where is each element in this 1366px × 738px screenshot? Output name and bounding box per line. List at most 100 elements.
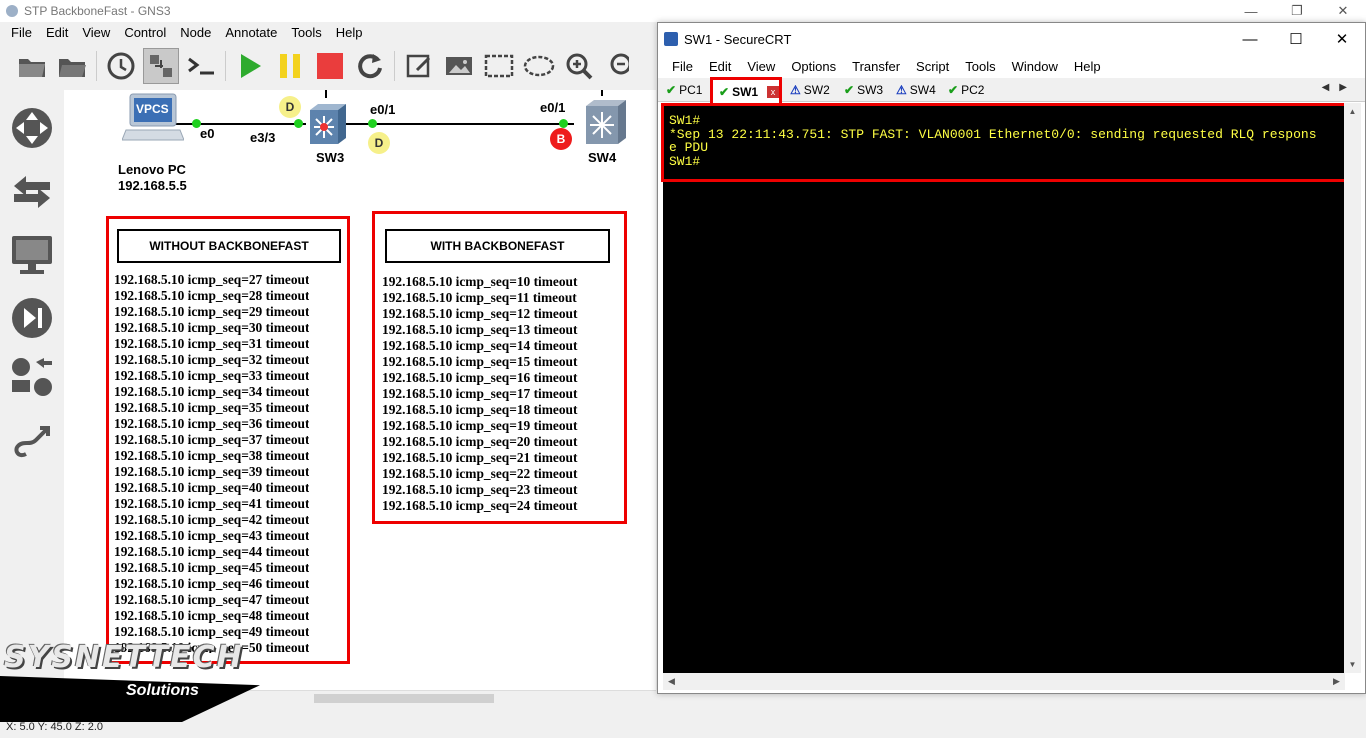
menu-file[interactable]: File (4, 25, 39, 40)
scroll-down-icon[interactable]: ▼ (1344, 656, 1361, 673)
ping-line: 192.168.5.10 icmp_seq=40 timeout (114, 480, 310, 495)
console-icon[interactable] (183, 48, 219, 84)
minimize-icon[interactable]: — (1227, 23, 1273, 55)
sw3-node[interactable] (306, 102, 348, 146)
menu-tools[interactable]: Tools (284, 25, 328, 40)
zoom-in-icon[interactable] (561, 48, 597, 84)
menu-edit[interactable]: Edit (39, 25, 75, 40)
ping-line: 192.168.5.10 icmp_seq=12 timeout (382, 306, 578, 321)
ping-line: 192.168.5.10 icmp_seq=42 timeout (114, 512, 310, 527)
restore-icon[interactable]: ❐ (1274, 0, 1320, 22)
maximize-icon[interactable]: ☐ (1273, 23, 1319, 55)
without-backbonefast-box: WITHOUT BACKBONEFAST 192.168.5.10 icmp_s… (106, 216, 350, 664)
browse-switches-icon[interactable] (10, 170, 54, 214)
ping-line: 192.168.5.10 icmp_seq=29 timeout (114, 304, 310, 319)
scroll-up-icon[interactable]: ▲ (1344, 103, 1361, 120)
designated-port-badge: D (368, 132, 390, 154)
tab-sw4[interactable]: ⚠ SW4 (890, 79, 942, 101)
browse-all-devices-icon[interactable] (10, 356, 54, 400)
ping-line: 192.168.5.10 icmp_seq=43 timeout (114, 528, 310, 543)
tab-pc2[interactable]: ✔ PC2 (942, 79, 994, 101)
watermark-logo: SYSNETTECH Solutions (0, 640, 310, 732)
draw-ellipse-icon[interactable] (521, 48, 557, 84)
draw-rectangle-icon[interactable] (481, 48, 517, 84)
ping-line: 192.168.5.10 icmp_seq=48 timeout (114, 608, 310, 623)
ping-line: 192.168.5.10 icmp_seq=14 timeout (382, 338, 578, 353)
pause-icon[interactable] (272, 48, 308, 84)
sw3-label: SW3 (316, 150, 345, 165)
clock-icon[interactable] (103, 48, 139, 84)
crt-menu-options[interactable]: Options (783, 59, 844, 74)
start-icon[interactable] (232, 48, 268, 84)
check-icon: ✔ (719, 84, 730, 99)
crt-menu-edit[interactable]: Edit (701, 59, 739, 74)
ping-line: 192.168.5.10 icmp_seq=31 timeout (114, 336, 310, 351)
insert-picture-icon[interactable] (441, 48, 477, 84)
close-tab-icon[interactable]: x (767, 85, 779, 98)
browse-end-devices-icon[interactable] (10, 232, 54, 276)
sw4-label: SW4 (588, 150, 617, 165)
terminal-vertical-scrollbar[interactable]: ▲ ▼ (1344, 103, 1361, 673)
securecrt-title-bar: SW1 - SecureCRT — ☐ ✕ (658, 23, 1365, 55)
scroll-right-icon[interactable]: ▶ (1328, 673, 1345, 690)
scroll-left-icon[interactable]: ◀ (663, 673, 680, 690)
check-icon: ✔ (948, 83, 959, 97)
ping-line: 192.168.5.10 icmp_seq=22 timeout (382, 466, 578, 481)
close-icon[interactable]: ✕ (1319, 23, 1365, 55)
ping-line: 192.168.5.10 icmp_seq=15 timeout (382, 354, 578, 369)
ping-line: 192.168.5.10 icmp_seq=44 timeout (114, 544, 310, 559)
terminal-screen[interactable]: SW1# *Sep 13 22:11:43.751: STP FAST: VLA… (661, 103, 1347, 673)
menu-annotate[interactable]: Annotate (218, 25, 284, 40)
crt-menu-help[interactable]: Help (1066, 59, 1109, 74)
browse-security-devices-icon[interactable] (10, 296, 54, 340)
watermark-subtitle: Solutions (126, 682, 199, 699)
menu-node[interactable]: Node (173, 25, 218, 40)
gns3-title-bar: STP BackboneFast - GNS3 — ❐ ✕ (0, 0, 1366, 22)
gns3-window-title: STP BackboneFast - GNS3 (24, 4, 171, 18)
with-backbonefast-box: WITH BACKBONEFAST 192.168.5.10 icmp_seq=… (372, 211, 627, 524)
crt-menu-file[interactable]: File (664, 59, 701, 74)
open-project-icon[interactable] (54, 48, 90, 84)
topology-canvas[interactable]: VPCS Lenovo PC 192.168.5.5 e0 e3/3 D SW3… (64, 90, 656, 690)
crt-menu-window[interactable]: Window (1004, 59, 1066, 74)
ping-line: 192.168.5.10 icmp_seq=46 timeout (114, 576, 310, 591)
new-project-icon[interactable] (14, 48, 50, 84)
ping-line: 192.168.5.10 icmp_seq=41 timeout (114, 496, 310, 511)
ping-line: 192.168.5.10 icmp_seq=18 timeout (382, 402, 578, 417)
menu-control[interactable]: Control (117, 25, 173, 40)
zoom-out-icon[interactable] (601, 48, 637, 84)
ping-line: 192.168.5.10 icmp_seq=23 timeout (382, 482, 578, 497)
add-note-icon[interactable] (401, 48, 437, 84)
close-icon[interactable]: ✕ (1320, 0, 1366, 22)
ping-line: 192.168.5.10 icmp_seq=10 timeout (382, 274, 578, 289)
ping-line: 192.168.5.10 icmp_seq=30 timeout (114, 320, 310, 335)
tab-pc1[interactable]: ✔ PC1 (660, 79, 710, 101)
sw4-node[interactable] (582, 98, 630, 146)
tab-scroll-arrows-icon[interactable]: ◀▶ (1322, 82, 1357, 93)
without-backbonefast-heading: WITHOUT BACKBONEFAST (117, 229, 341, 263)
menu-view[interactable]: View (75, 25, 117, 40)
port-label-e3-3: e3/3 (250, 130, 276, 145)
minimize-icon[interactable]: — (1228, 0, 1274, 22)
pc-node[interactable]: VPCS (121, 92, 185, 148)
crt-menu-script[interactable]: Script (908, 59, 957, 74)
crt-menu-transfer[interactable]: Transfer (844, 59, 908, 74)
ping-line: 192.168.5.10 icmp_seq=21 timeout (382, 450, 578, 465)
menu-help[interactable]: Help (329, 25, 370, 40)
show-interface-labels-icon[interactable] (143, 48, 179, 84)
link-status-dot (294, 119, 303, 128)
gns3-app-icon (6, 5, 18, 17)
tab-sw2[interactable]: ⚠ SW2 (784, 79, 836, 101)
crt-menu-tools[interactable]: Tools (957, 59, 1003, 74)
pc-ip-label: 192.168.5.5 (118, 178, 187, 193)
tab-sw3[interactable]: ✔ SW3 (838, 79, 890, 101)
ping-line: 192.168.5.10 icmp_seq=34 timeout (114, 384, 310, 399)
crt-menu-view[interactable]: View (739, 59, 783, 74)
browse-routers-icon[interactable] (10, 106, 54, 150)
add-link-icon[interactable] (10, 420, 54, 464)
terminal-horizontal-scrollbar[interactable]: ◀ ▶ (663, 673, 1345, 690)
reload-icon[interactable] (352, 48, 388, 84)
tab-sw1[interactable]: ✔ SW1 x (710, 77, 782, 103)
stop-icon[interactable] (312, 48, 348, 84)
ping-line: 192.168.5.10 icmp_seq=39 timeout (114, 464, 310, 479)
